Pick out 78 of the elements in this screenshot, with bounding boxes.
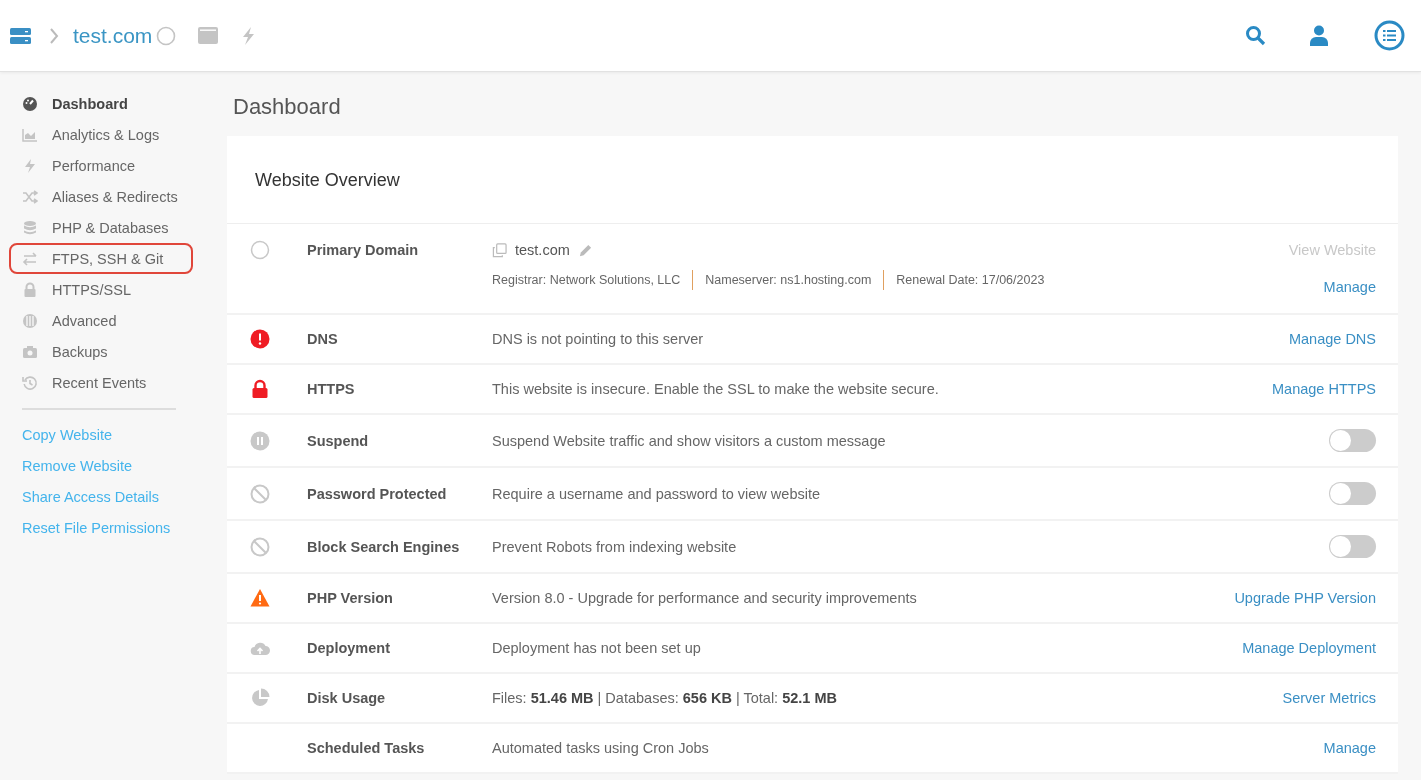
database-icon <box>22 219 38 236</box>
tools-icon <box>22 312 38 329</box>
row-label: Password Protected <box>307 484 448 504</box>
sidebar-item[interactable]: Advanced <box>9 305 193 336</box>
sidebar-item[interactable]: HTTPS/SSL <box>9 274 193 305</box>
row-description: DNS is not pointing to this server <box>492 330 705 349</box>
sidebar-item[interactable]: FTPS, SSH & Git <box>9 243 193 274</box>
swap-icon <box>22 250 38 267</box>
row-description: Automated tasks using Cron Jobs <box>492 739 710 758</box>
row-link[interactable]: Manage Deployment <box>1242 638 1376 658</box>
chevron-icon <box>49 27 59 44</box>
chart-icon <box>22 126 38 143</box>
row-label: Suspend <box>307 431 370 451</box>
history-icon <box>22 374 38 391</box>
search-icon[interactable] <box>1245 25 1266 46</box>
sidebar-link[interactable]: Reset File Permissions <box>22 513 205 544</box>
lock-icon <box>22 281 38 298</box>
sidebar-item[interactable]: Backups <box>9 336 193 367</box>
row-description: Suspend Website traffic and show visitors a custom message <box>492 431 887 451</box>
warning-icon <box>250 588 270 608</box>
row-label: DNS <box>307 330 339 349</box>
sidebar-link[interactable]: Copy Website <box>22 420 205 451</box>
sidebar-item[interactable]: PHP & Databases <box>9 212 193 243</box>
row-label: Deployment <box>307 639 391 658</box>
domain-info: Renewal Date: 17/06/2023 <box>883 270 1045 290</box>
sidebar-item[interactable]: Aliases & Redirects <box>9 181 193 212</box>
server-icon[interactable] <box>10 26 31 45</box>
card-title: Website Overview <box>227 136 1398 224</box>
row-link[interactable]: Manage DNS <box>1288 329 1376 349</box>
ban-icon <box>250 536 270 557</box>
page-title: Dashboard <box>233 94 342 120</box>
row-description: Require a username and password to view website <box>492 484 822 504</box>
gauge-icon <box>22 95 38 112</box>
pause-icon <box>250 430 270 451</box>
toggle-switch[interactable] <box>1329 482 1376 505</box>
sidebar-item[interactable]: Analytics & Logs <box>9 119 193 150</box>
pencil-icon[interactable] <box>577 242 593 258</box>
breadcrumb-domain[interactable]: test.com <box>73 23 153 48</box>
sidebar-item[interactable]: Performance <box>9 150 193 181</box>
shuffle-icon <box>22 188 38 205</box>
sidebar-item[interactable]: Dashboard <box>9 88 193 119</box>
row-description: Files: 51.46 MB | Databases: 656 KB | Total: 52.1 MB <box>492 689 838 708</box>
toggle-switch[interactable] <box>1329 429 1376 452</box>
domain-info: Registrar: Network Solutions, LLC <box>492 272 681 289</box>
camera-icon <box>22 343 38 360</box>
row-label: Primary Domain <box>307 241 420 260</box>
bolt-icon[interactable] <box>240 25 257 46</box>
alert-icon <box>250 329 270 349</box>
row-link[interactable]: Upgrade PHP Version <box>1234 588 1376 608</box>
ban-icon <box>250 483 270 504</box>
sidebar-link[interactable]: Share Access Details <box>22 482 205 513</box>
row-label: Scheduled Tasks <box>307 739 426 758</box>
row-label: PHP Version <box>307 589 394 608</box>
row-link[interactable]: Manage HTTPS <box>1272 379 1376 399</box>
row-link[interactable]: Manage <box>1323 738 1376 758</box>
circle-icon <box>156 25 177 46</box>
sidebar-link[interactable]: Remove Website <box>22 451 205 482</box>
row-description: Deployment has not been set up <box>492 639 702 658</box>
row-description: This website is insecure. Enable the SSL to make the website secure. <box>492 380 940 399</box>
row-description: Version 8.0 - Upgrade for performance and security improvements <box>492 589 918 608</box>
domain-info: Nameserver: ns1.hosting.com <box>692 270 872 290</box>
row-label: Disk Usage <box>307 689 387 708</box>
row-label: Block Search Engines <box>307 537 461 557</box>
lock-icon <box>250 379 270 399</box>
circle-icon <box>250 240 270 260</box>
user-icon[interactable] <box>1309 25 1329 46</box>
sidebar-item[interactable]: Recent Events <box>9 367 193 398</box>
list-menu-icon[interactable] <box>1374 20 1405 51</box>
window-icon[interactable] <box>198 27 219 44</box>
toggle-switch[interactable] <box>1329 535 1376 558</box>
row-description: Prevent Robots from indexing website <box>492 537 738 557</box>
row-label: HTTPS <box>307 380 356 399</box>
copy-icon <box>492 242 507 258</box>
bolt-icon <box>22 157 38 174</box>
pie-chart-icon <box>250 688 270 708</box>
domain-name: test.com <box>515 241 570 260</box>
row-link[interactable]: Manage <box>1323 277 1376 297</box>
row-link[interactable]: Server Metrics <box>1282 688 1376 708</box>
